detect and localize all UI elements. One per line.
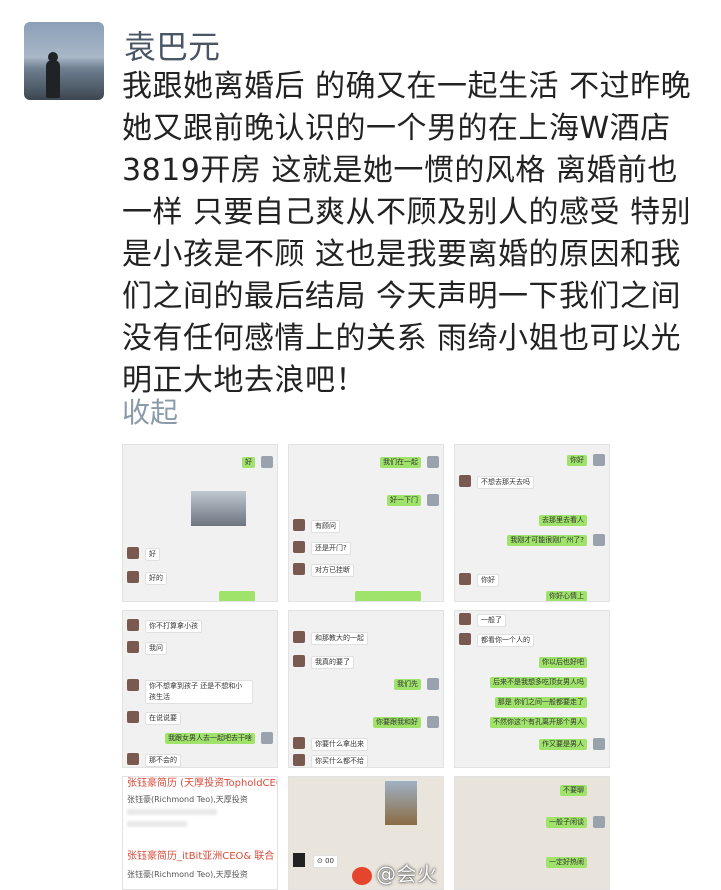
chat-bubble: 那是 你们之间一般都要走了	[494, 697, 587, 708]
weibo-logo-icon	[352, 866, 372, 885]
chat-avatar	[593, 816, 605, 828]
chat-avatar	[459, 475, 471, 487]
chat-avatar	[127, 619, 139, 631]
chat-bubble: 还是开门?	[311, 542, 351, 555]
chat-bubble: 那不会的	[145, 754, 181, 767]
chat-bubble: 好的	[145, 572, 167, 585]
chat-bubble: 不想去那天去吗	[477, 476, 534, 489]
chat-bubble: 我刚才可能很刚广州了?	[507, 535, 587, 546]
chat-avatar	[293, 737, 305, 749]
chat-bubble: 你不想拿到孩子 还是不想和小孩生活	[145, 680, 253, 704]
chat-avatar	[427, 678, 439, 690]
chat-bubble: 你好	[567, 455, 587, 466]
chat-bubble: 后来不是我想多吃顶女男人吗	[490, 677, 587, 688]
chat-avatar	[593, 738, 605, 750]
chat-bubble: 我问	[145, 642, 167, 655]
chat-bubble: 作又要是男人	[539, 739, 587, 750]
chat-bubble: 都看你一个人的	[477, 634, 534, 647]
chat-screenshot-9[interactable]: 不要聊 一般子闲谈 一定好热闹	[454, 776, 610, 890]
chat-bubble: 你好	[477, 574, 499, 587]
chat-bubble	[219, 591, 255, 601]
weibo-watermark: @会火	[352, 858, 438, 887]
chat-bubble: 不要聊	[560, 785, 587, 796]
collapse-link[interactable]: 收起	[122, 391, 178, 431]
profile-sub: 张钰豪(Richmond Teo),天厚投资	[127, 795, 248, 804]
chat-avatar	[459, 573, 471, 585]
chat-bubble: 对方已挂断	[311, 564, 354, 577]
chat-bubble: 你好心情上	[546, 591, 587, 601]
chat-bubble: 我跟女男人去一起吧去干啥	[165, 733, 255, 744]
profile-sub: 张钰豪(Richmond Teo),天厚投资	[127, 870, 248, 879]
chat-avatar	[127, 679, 139, 691]
chat-avatar	[127, 641, 139, 653]
chat-avatar	[127, 711, 139, 723]
profile-screenshot-2[interactable]: 张钰豪简历_itBit亚洲CEO& 联合 张钰豪(Richmond Teo),天…	[122, 844, 278, 890]
chat-bubble: 和那教大的一起	[311, 632, 368, 645]
chat-avatar	[427, 456, 439, 468]
chat-avatar	[261, 456, 273, 468]
chat-avatar	[293, 563, 305, 575]
chat-avatar	[293, 655, 305, 667]
chat-bubble	[355, 591, 421, 601]
blurred-text	[127, 809, 217, 815]
chat-avatar	[293, 853, 305, 867]
chat-avatar	[293, 754, 305, 766]
watermark-text: @会火	[376, 862, 438, 886]
chat-avatar	[427, 494, 439, 506]
chat-bubble: 你买什么都不给	[311, 755, 368, 767]
chat-avatar	[293, 519, 305, 531]
user-avatar[interactable]	[24, 22, 104, 100]
chat-bubble: 好	[145, 548, 160, 561]
chat-bubble: 一定好热闹	[546, 857, 587, 868]
chat-screenshot-4[interactable]: 你不打算拿小孩 我问 你不想拿到孩子 还是不想和小孩生活 在说说要 我跟女男人去…	[122, 610, 278, 768]
blurred-text	[127, 821, 187, 827]
chat-bubble: 不然你这个有孔离开那个男人	[490, 717, 587, 728]
chat-avatar	[127, 753, 139, 765]
chat-avatar	[459, 613, 471, 625]
chat-avatar	[293, 541, 305, 553]
chat-avatar	[459, 633, 471, 645]
chat-screenshot-6[interactable]: 一般了 都看你一个人的 你以后也好吧 后来不是我想多吃顶女男人吗 那是 你们之间…	[454, 610, 610, 768]
chat-bubble: 在说说要	[145, 712, 181, 725]
chat-screenshot-1[interactable]: 好 好 好的	[122, 444, 278, 602]
chat-avatar	[593, 454, 605, 466]
username[interactable]: 袁巴元	[124, 22, 220, 68]
chat-bubble: 一般了	[477, 614, 506, 627]
profile-name: 张钰豪简历_itBit亚洲CEO& 联合	[127, 851, 275, 862]
chat-screenshot-3[interactable]: 你好 不想去那天去吗 去那里去看人 我刚才可能很刚广州了? 你好 你好心情上	[454, 444, 610, 602]
chat-avatar	[593, 534, 605, 546]
profile-name: 张钰豪简历 (天厚投资TopholdCEO) 权	[127, 778, 278, 789]
chat-bubble: 有顾问	[311, 520, 340, 533]
chat-bubble: 我们在一起	[380, 457, 421, 468]
chat-bubble: 你要什么拿出来	[311, 738, 368, 751]
chat-photo	[385, 781, 417, 825]
chat-screenshot-2[interactable]: 我们在一起 好一下门 有顾问 还是开门? 对方已挂断	[288, 444, 444, 602]
chat-bubble: 好一下门	[387, 495, 421, 506]
chat-bubble: 我们先	[394, 679, 421, 690]
chat-avatar	[127, 547, 139, 559]
chat-bubble: 我真的要了	[311, 656, 354, 669]
chat-bubble: 你以后也好吧	[539, 657, 587, 668]
chat-bubble: 你不打算拿小孩	[145, 620, 202, 633]
chat-bubble: 好	[242, 457, 255, 468]
chat-bubble: 一般子闲谈	[546, 817, 587, 828]
chat-avatar	[261, 732, 273, 744]
chat-bubble: 你要跟我和好	[373, 717, 421, 728]
post-body-text: 我跟她离婚后 的确又在一起生活 不过昨晚她又跟前晚认识的一个男的在上海W酒店38…	[122, 69, 692, 398]
chat-photo	[191, 491, 246, 526]
chat-bubble: ⊙ 00	[313, 855, 338, 868]
image-grid: 好 好 好的 我们在一起 好一下门 有顾问 还是开门? 对方已挂断 你好 不想去…	[122, 444, 610, 890]
chat-screenshot-5[interactable]: 和那教大的一起 我真的要了 我们先 你要跟我和好 你要什么拿出来 你买什么都不给	[288, 610, 444, 768]
chat-avatar	[127, 571, 139, 583]
chat-avatar	[427, 716, 439, 728]
chat-bubble: 去那里去看人	[539, 515, 587, 526]
chat-avatar	[293, 631, 305, 643]
avatar-figure	[46, 60, 60, 98]
